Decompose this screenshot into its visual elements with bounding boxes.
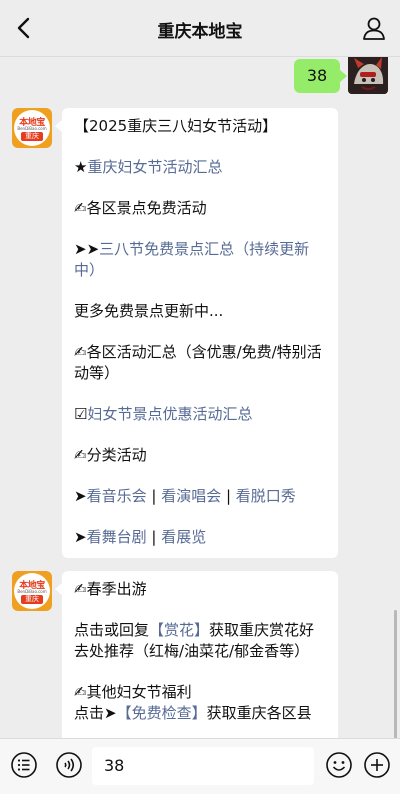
- message-line: ➤看舞台剧 | 看展览: [74, 528, 207, 546]
- message-line: ✍各区活动汇总（含优惠/免费/特别活动等）: [74, 343, 322, 382]
- bot-avatar[interactable]: 本地宝 BenDiBao.com 重庆: [12, 571, 52, 611]
- message-line: 点击或回复【赏花】获取重庆赏花好去处推荐（红梅/油菜花/郁金香等）: [74, 621, 315, 660]
- message-line: 更多免费景点更新中...: [74, 302, 224, 320]
- emoji-button[interactable]: [325, 751, 353, 779]
- message-line: ✍各区景点免费活动: [74, 199, 207, 217]
- more-button[interactable]: [363, 751, 391, 779]
- link-free-checkup[interactable]: 【免费检查】: [117, 704, 207, 722]
- message-line: ★重庆妇女节活动汇总: [74, 158, 223, 176]
- menu-button[interactable]: [10, 751, 38, 779]
- message-line: ✍春季出游: [74, 580, 147, 598]
- voice-button[interactable]: [55, 751, 83, 779]
- chat-scrollbar[interactable]: [394, 610, 397, 738]
- avatar-city: 重庆: [21, 595, 43, 604]
- message-line: 【2025重庆三八妇女节活动】: [74, 117, 278, 135]
- voice-icon: [56, 752, 82, 778]
- emoji-icon: [326, 752, 352, 778]
- incoming-message: 【2025重庆三八妇女节活动】 ★重庆妇女节活动汇总 ✍各区景点免费活动 ➤➤三…: [55, 108, 338, 558]
- message-line: ➤➤三八节免费景点汇总（持续更新中）: [74, 240, 310, 279]
- avatar-image: [348, 57, 388, 94]
- link-exhibitions[interactable]: 看展览: [161, 528, 206, 546]
- outgoing-message[interactable]: 38: [294, 59, 347, 93]
- menu-list-icon: [11, 752, 37, 778]
- avatar-domain: BenDiBao.com: [17, 126, 47, 131]
- plus-icon: [364, 752, 390, 778]
- message-line: ➤看音乐会 | 看演唱会 | 看脱口秀: [74, 487, 296, 505]
- bot-avatar[interactable]: 本地宝 BenDiBao.com 重庆: [12, 108, 52, 148]
- chat-title: 重庆本地宝: [157, 22, 243, 42]
- link-scenic-discounts[interactable]: 妇女节景点优惠活动汇总: [87, 405, 252, 423]
- person-icon: [363, 17, 385, 40]
- my-avatar[interactable]: [348, 57, 388, 94]
- link-women-day-events[interactable]: 重庆妇女节活动汇总: [87, 158, 222, 176]
- message-input[interactable]: 38: [92, 747, 314, 785]
- message-line: 点击➤【免费检查】获取重庆各区县: [74, 704, 312, 722]
- link-live-shows[interactable]: 看演唱会: [161, 487, 221, 505]
- chat-area[interactable]: 38 本地宝 BenDiBao.com 重庆 【2025重庆三八妇女节活动】 ★…: [0, 57, 400, 738]
- link-standup-comedy[interactable]: 看脱口秀: [236, 487, 296, 505]
- message-line: ✍其他妇女节福利: [74, 683, 192, 701]
- input-bar: 38: [0, 738, 400, 794]
- link-free-scenic-spots[interactable]: 三八节免费景点汇总（持续更新中）: [74, 240, 309, 279]
- link-flower-viewing[interactable]: 【赏花】: [149, 621, 209, 639]
- avatar-city: 重庆: [21, 132, 43, 141]
- message-line: ✍分类活动: [74, 446, 147, 464]
- link-stage-plays[interactable]: 看舞台剧: [87, 528, 147, 546]
- link-concerts[interactable]: 看音乐会: [87, 487, 147, 505]
- incoming-message: ✍春季出游 点击或回复【赏花】获取重庆赏花好去处推荐（红梅/油菜花/郁金香等） …: [55, 571, 338, 738]
- message-line: ☑妇女节景点优惠活动汇总: [74, 405, 253, 423]
- top-bar: 重庆本地宝: [0, 0, 400, 57]
- avatar-domain: BenDiBao.com: [17, 589, 47, 594]
- profile-button[interactable]: [360, 14, 388, 42]
